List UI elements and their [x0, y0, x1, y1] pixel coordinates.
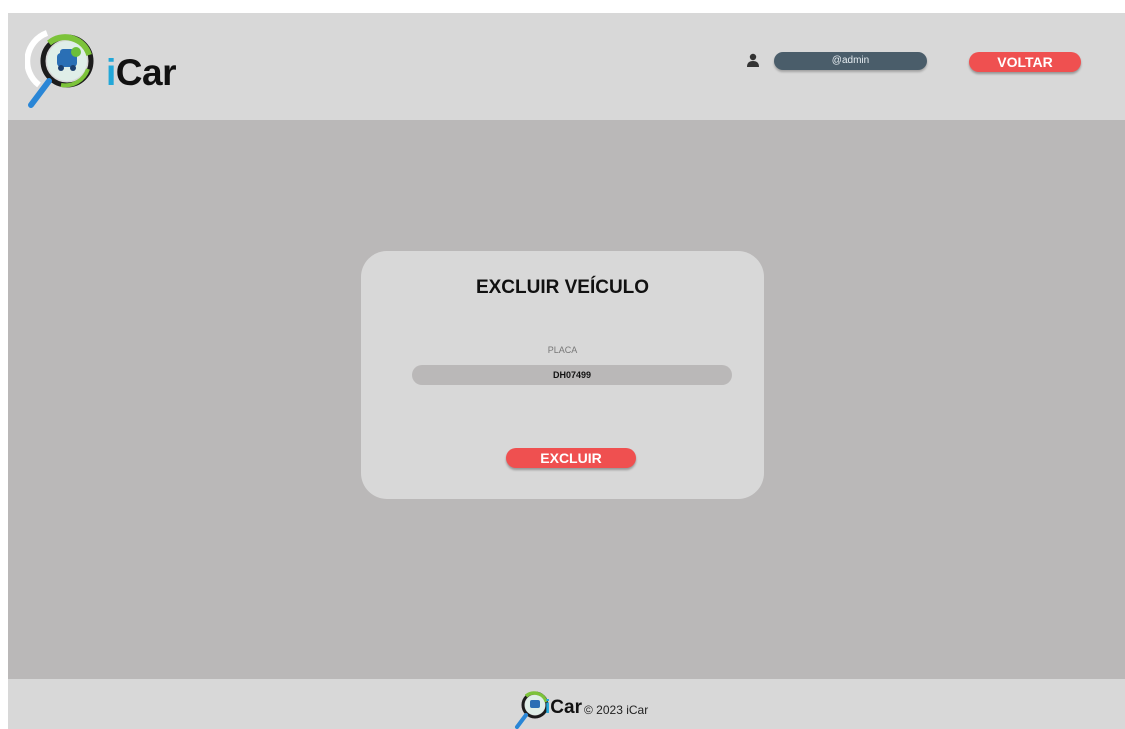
logo-text: iCar [106, 52, 176, 93]
footer-copyright: © 2023 iCar [584, 703, 649, 717]
user-icon [747, 53, 759, 67]
back-button[interactable]: VOLTAR [969, 52, 1081, 72]
app-window: iCar @admin VOLTAR EXCLUIR VEÍCULO PLACA… [8, 13, 1125, 729]
plate-label: PLACA [547, 345, 578, 355]
plate-field[interactable] [412, 365, 732, 385]
header: iCar @admin VOLTAR [8, 13, 1125, 120]
logo[interactable]: iCar [25, 25, 185, 109]
delete-button[interactable]: EXCLUIR [506, 448, 636, 468]
footer-logo-text: iCar [545, 697, 582, 718]
card-title: EXCLUIR VEÍCULO [475, 277, 650, 298]
magnifier-car-icon [25, 30, 94, 108]
user-badge[interactable]: @admin [774, 52, 927, 70]
delete-vehicle-card: EXCLUIR VEÍCULO PLACA EXCLUIR [361, 251, 764, 499]
footer: iCar © 2023 iCar [8, 679, 1125, 729]
